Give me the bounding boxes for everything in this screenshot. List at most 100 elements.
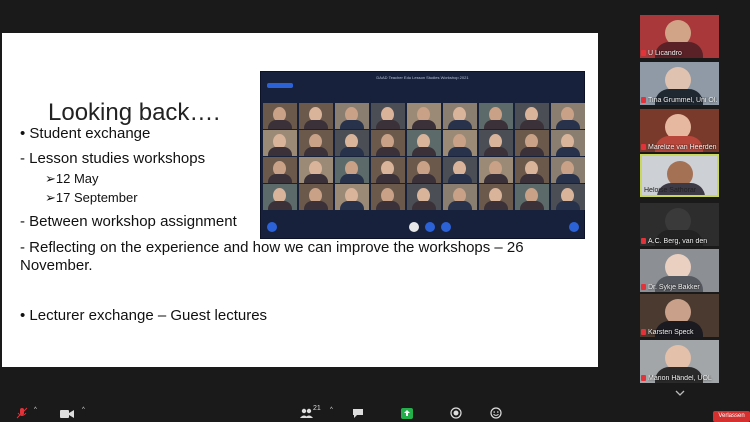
embedded-tile	[515, 103, 549, 129]
embedded-tile	[407, 103, 441, 129]
video-options-caret[interactable]: ^	[82, 407, 87, 413]
embedded-video-grid	[263, 103, 585, 211]
participant-name: A.C. Berg, van den	[648, 238, 708, 245]
participants-options-caret[interactable]: ^	[330, 407, 335, 413]
record-button[interactable]	[450, 406, 462, 419]
muted-mic-icon	[641, 238, 646, 244]
participant-name: Tina Grummel, Uni Ol...	[648, 97, 717, 104]
embedded-title: DAAD Teacher Edu Lesson Studies Workshop…	[376, 75, 469, 80]
embedded-tile	[551, 130, 585, 156]
muted-mic-icon	[641, 375, 646, 381]
participant-tile[interactable]: U Licandro	[640, 15, 719, 58]
participant-tile[interactable]: Tina Grummel, Uni Ol...	[640, 62, 719, 105]
share-screen-icon	[401, 408, 413, 419]
embedded-tile	[335, 184, 369, 210]
embedded-tile	[263, 157, 297, 183]
embedded-tile	[551, 157, 585, 183]
embedded-badge	[267, 83, 293, 88]
bullet-lesson-workshops: - Lesson studies workshops	[20, 150, 206, 167]
bullet-between-workshop: - Between workshop assignment	[20, 213, 237, 230]
chevron-down-icon	[675, 390, 685, 396]
participant-tile[interactable]: Karsten Speck	[640, 294, 719, 337]
muted-mic-icon	[641, 329, 646, 335]
embedded-tile	[479, 103, 513, 129]
embedded-tile	[263, 130, 297, 156]
mute-button[interactable]	[16, 406, 28, 419]
embedded-tile	[515, 184, 549, 210]
participants-icon	[300, 408, 313, 418]
slide-title: Looking back….	[48, 99, 221, 126]
embedded-tile	[371, 184, 405, 210]
embedded-tile	[443, 184, 477, 210]
embedded-tile	[335, 157, 369, 183]
video-call-window: Looking back…. • Student exchange - Less…	[0, 0, 750, 422]
embedded-add-icon	[267, 222, 277, 232]
leave-meeting-button[interactable]: Verlassen	[713, 411, 750, 422]
embedded-controls	[261, 218, 584, 238]
embedded-tile	[299, 184, 333, 210]
reactions-button[interactable]	[490, 406, 502, 419]
participant-tile[interactable]: Marion Händel, UOL	[640, 340, 719, 383]
participant-name: Heloise Sathorar	[644, 187, 697, 194]
bullet-student-exchange: • Student exchange	[20, 125, 151, 142]
reactions-icon	[490, 407, 502, 419]
embedded-tile	[299, 157, 333, 183]
embedded-share-icon	[569, 222, 579, 232]
muted-mic-icon	[641, 97, 646, 103]
embedded-tile	[407, 130, 441, 156]
embedded-mic-icon	[409, 222, 419, 232]
video-button[interactable]	[60, 406, 74, 418]
muted-mic-icon	[641, 284, 646, 290]
embedded-tile	[443, 157, 477, 183]
embedded-tile	[371, 103, 405, 129]
muted-mic-icon	[641, 144, 646, 150]
participant-name: Dr. Sykje Bakker	[648, 284, 700, 291]
chat-button[interactable]	[352, 406, 364, 418]
embedded-tile	[371, 130, 405, 156]
embedded-video-icon	[441, 222, 451, 232]
embedded-phone-icon	[425, 222, 435, 232]
embedded-tile	[479, 157, 513, 183]
participant-tile-active-speaker[interactable]: Heloise Sathorar	[640, 154, 719, 197]
embedded-tile	[551, 103, 585, 129]
embedded-tile	[299, 103, 333, 129]
chat-icon	[353, 409, 363, 418]
participants-button[interactable]	[300, 406, 313, 418]
participant-tile[interactable]: Marelize van Heerden	[640, 109, 719, 152]
embedded-tile	[515, 157, 549, 183]
muted-mic-icon	[641, 50, 646, 56]
embedded-tile	[407, 184, 441, 210]
embedded-tile	[335, 103, 369, 129]
bullet-date-may: ➢12 May	[45, 171, 99, 186]
embedded-tile	[335, 130, 369, 156]
participant-name: Marelize van Heerden	[648, 144, 717, 151]
participant-name: Marion Händel, UOL	[648, 375, 712, 382]
participant-tile[interactable]: Dr. Sykje Bakker	[640, 249, 719, 292]
embedded-tile	[443, 130, 477, 156]
shared-slide: Looking back…. • Student exchange - Less…	[2, 33, 598, 367]
bullet-date-september: ➢17 September	[45, 190, 138, 205]
muted-mic-icon	[16, 407, 28, 419]
embedded-tile	[479, 184, 513, 210]
participant-tile[interactable]: A.C. Berg, van den	[640, 203, 719, 246]
bullet-reflecting: - Reflecting on the experience and how w…	[20, 239, 524, 274]
meeting-toolbar: ^ ^ 21 ^	[0, 402, 750, 422]
share-screen-button[interactable]	[401, 406, 413, 419]
embedded-tile	[299, 130, 333, 156]
participants-count: 21	[313, 405, 321, 412]
embedded-tile	[407, 157, 441, 183]
embedded-tile	[443, 103, 477, 129]
mute-options-caret[interactable]: ^	[34, 407, 39, 413]
embedded-tile	[263, 184, 297, 210]
embedded-tile	[371, 157, 405, 183]
embedded-meeting-screenshot: DAAD Teacher Edu Lesson Studies Workshop…	[260, 71, 585, 239]
participant-name: U Licandro	[648, 50, 682, 57]
participant-name: Karsten Speck	[648, 329, 694, 336]
embedded-tile	[515, 130, 549, 156]
scroll-down-button[interactable]	[662, 388, 698, 402]
bullet-lecturer-exchange: • Lecturer exchange – Guest lectures	[20, 307, 268, 324]
embedded-tile	[479, 130, 513, 156]
embedded-tile	[263, 103, 297, 129]
record-icon	[450, 407, 462, 419]
embedded-tile	[551, 184, 585, 210]
